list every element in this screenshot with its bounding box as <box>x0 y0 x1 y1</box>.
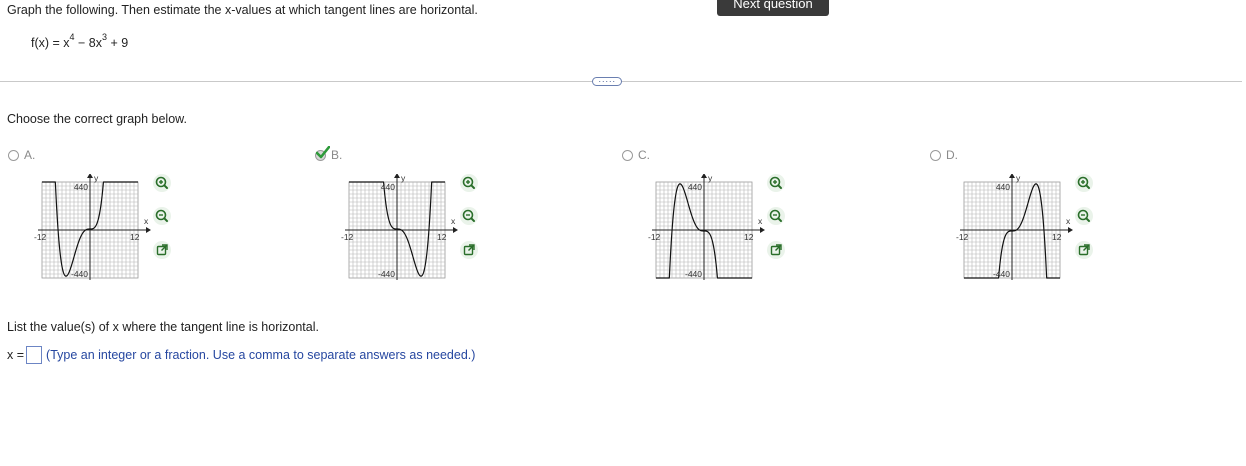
choose-graph-prompt: Choose the correct graph below. <box>7 112 187 126</box>
x-axis-arrow <box>453 227 458 233</box>
option-d-graph: 440-440-12 12xy <box>956 174 1073 280</box>
function-formula: f(x) = x4 − 8x3 + 9 <box>31 32 129 50</box>
y-axis-arrow <box>87 174 93 178</box>
x-min-label: -12 <box>341 232 354 242</box>
option-b-radio[interactable] <box>315 145 330 161</box>
option-d-label: D. <box>946 148 958 162</box>
x-max-label: 12 <box>130 232 140 242</box>
y-max-label: 440 <box>381 182 395 192</box>
formula-lhs: f(x) = x <box>31 36 70 50</box>
x-axis-name: x <box>451 216 456 226</box>
y-max-label: 440 <box>688 182 702 192</box>
divider-resize-handle[interactable]: ····· <box>592 77 622 86</box>
pop-out-icon[interactable] <box>459 240 479 260</box>
formula-mid: − 8x <box>74 36 103 50</box>
x-max-label: 12 <box>744 232 754 242</box>
y-axis-arrow <box>1009 174 1015 178</box>
answer-hint: (Type an integer or a fraction. Use a co… <box>46 348 476 362</box>
option-b-label: B. <box>331 148 343 162</box>
x-min-label: -12 <box>956 232 969 242</box>
answer-row: x = (Type an integer or a fraction. Use … <box>7 346 475 364</box>
y-axis-arrow <box>701 174 707 178</box>
option-d[interactable]: D. 440 -440 -12 12 x y <box>930 148 1230 298</box>
x-max-label: 12 <box>437 232 447 242</box>
check-mark-icon <box>316 145 330 158</box>
formula-exponent-1: 4 <box>69 31 75 42</box>
y-max-label: 440 <box>996 182 1010 192</box>
zoom-in-icon[interactable] <box>152 173 172 193</box>
option-b-graph: 440-440-12 12xy <box>341 174 458 280</box>
option-c-label: C. <box>638 148 650 162</box>
x-axis-arrow <box>1068 227 1073 233</box>
option-a-radio[interactable] <box>8 149 19 161</box>
x-axis-arrow <box>760 227 765 233</box>
x-axis-name: x <box>758 216 763 226</box>
option-b[interactable]: B. 440 -440 -12 12 x y <box>315 145 615 298</box>
zoom-out-icon[interactable] <box>459 206 479 226</box>
y-min-label: -440 <box>993 269 1010 279</box>
option-a-graph: 440-440-12 12xy <box>34 174 151 280</box>
y-min-label: -440 <box>685 269 702 279</box>
x-axis-name: x <box>1066 216 1071 226</box>
pop-out-icon[interactable] <box>152 240 172 260</box>
answer-prefix: x = <box>7 348 25 362</box>
option-c-radio[interactable] <box>622 149 633 161</box>
pop-out-icon[interactable] <box>1074 240 1094 260</box>
x-min-label: -12 <box>648 232 661 242</box>
y-min-label: -440 <box>378 269 395 279</box>
option-a-label: A. <box>24 148 36 162</box>
question-instructions: Graph the following. Then estimate the x… <box>7 3 478 17</box>
option-d-radio[interactable] <box>930 149 941 161</box>
next-question-button[interactable]: Next question <box>717 0 829 16</box>
zoom-in-icon[interactable] <box>459 173 479 193</box>
zoom-out-icon[interactable] <box>766 206 786 226</box>
option-a[interactable]: A. 440 -440 -12 12 x y <box>8 148 308 298</box>
formula-rhs: + 9 <box>107 36 129 50</box>
option-c[interactable]: C. 440 -440 -12 12 x y <box>622 148 922 298</box>
pop-out-icon[interactable] <box>766 240 786 260</box>
formula-exponent-2: 3 <box>102 31 108 42</box>
y-axis-arrow <box>394 174 400 178</box>
x-max-label: 12 <box>1052 232 1062 242</box>
x-axis-name: x <box>144 216 149 226</box>
zoom-out-icon[interactable] <box>1074 206 1094 226</box>
zoom-in-icon[interactable] <box>766 173 786 193</box>
zoom-out-icon[interactable] <box>152 206 172 226</box>
y-max-label: 440 <box>74 182 88 192</box>
answer-input[interactable] <box>26 346 43 364</box>
zoom-in-icon[interactable] <box>1074 173 1094 193</box>
list-values-prompt: List the value(s) of x where the tangent… <box>7 320 319 334</box>
x-min-label: -12 <box>34 232 47 242</box>
y-min-label: -440 <box>71 269 88 279</box>
option-c-graph: 440-440-12 12xy <box>648 174 765 280</box>
x-axis-arrow <box>146 227 151 233</box>
